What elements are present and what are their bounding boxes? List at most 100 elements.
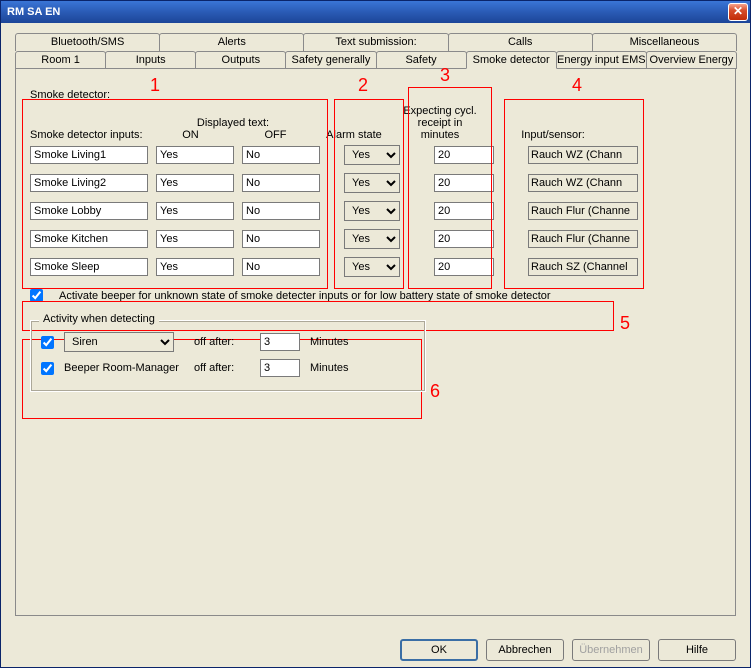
tab-calls[interactable]: Calls [448,33,593,51]
displayed-on-input[interactable] [156,202,234,220]
displayed-off-input[interactable] [242,202,320,220]
activity-siren-row: Siren off after: Minutes [41,331,415,353]
table-row: Yes Rauch WZ (Chann [30,173,725,193]
displayed-off-input[interactable] [242,230,320,248]
siren-off-label: off after: [194,336,250,348]
button-label: Abbrechen [498,644,551,656]
window-title: RM SA EN [7,6,60,18]
activity-beeper-row: Beeper Room-Manager off after: Minutes [41,357,415,379]
header-inputs: Smoke detector inputs: [30,129,148,141]
displayed-off-input[interactable] [242,146,320,164]
detector-name-input[interactable] [30,202,148,220]
input-sensor-button[interactable]: Rauch Flur (Channe [528,202,638,220]
tab-room1[interactable]: Room 1 [15,51,106,69]
displayed-on-input[interactable] [156,146,234,164]
tab-energy-input-ems[interactable]: Energy input EMS [556,51,647,69]
annotation-3: 3 [440,65,450,86]
close-button[interactable]: ✕ [728,3,748,21]
alarm-state-select[interactable]: Yes [344,201,400,221]
siren-select[interactable]: Siren [64,332,174,352]
receipt-minutes-input[interactable] [434,146,494,164]
tab-label: Text submission: [335,36,416,48]
header-on: ON [148,129,233,141]
titlebar: RM SA EN ✕ [1,1,750,23]
close-icon: ✕ [733,4,743,18]
tab-overview-energy[interactable]: Overview Energy [646,51,737,69]
tab-miscellaneous[interactable]: Miscellaneous [592,33,737,51]
detector-name-input[interactable] [30,174,148,192]
section-title: Smoke detector: [30,89,725,101]
input-sensor-button[interactable]: Rauch WZ (Chann [528,146,638,164]
annotation-5: 5 [620,313,630,334]
header-alarm: Alarm state [326,129,382,141]
alarm-state-select[interactable]: Yes [344,145,400,165]
displayed-on-input[interactable] [156,174,234,192]
detector-name-input[interactable] [30,146,148,164]
button-label: Übernehmen [579,644,643,656]
ok-button[interactable]: OK [400,639,478,661]
siren-minutes-input[interactable] [260,333,300,351]
tab-safety[interactable]: Safety [376,51,467,69]
tab-row-1: Bluetooth/SMS Alerts Text submission: Ca… [15,33,736,51]
beeper-rm-label: Beeper Room-Manager [64,362,184,374]
beeper-off-label: off after: [194,362,250,374]
receipt-minutes-input[interactable] [434,230,494,248]
dialog-buttons: OK Abbrechen Übernehmen Hilfe [400,639,736,661]
tab-label: Bluetooth/SMS [51,36,124,48]
activity-legend: Activity when detecting [39,313,159,325]
client-area: Bluetooth/SMS Alerts Text submission: Ca… [1,23,750,667]
sensor-label: Rauch Flur (Channe [531,205,630,217]
activate-beeper-checkbox[interactable] [30,289,43,302]
cancel-button[interactable]: Abbrechen [486,639,564,661]
input-sensor-button[interactable]: Rauch Flur (Channe [528,230,638,248]
beeper-row: Activate beeper for unknown state of smo… [30,289,721,302]
alarm-state-select[interactable]: Yes [344,173,400,193]
displayed-on-input[interactable] [156,258,234,276]
tab-alerts[interactable]: Alerts [159,33,304,51]
displayed-off-input[interactable] [242,258,320,276]
tab-outputs[interactable]: Outputs [195,51,286,69]
button-label: Hilfe [686,644,708,656]
tab-label: Smoke detector [473,54,550,66]
detector-name-input[interactable] [30,230,148,248]
sensor-label: Rauch WZ (Chann [531,177,622,189]
tab-text-submission[interactable]: Text submission: [303,33,448,51]
table-row: Yes Rauch WZ (Chann [30,145,725,165]
tab-label: Alerts [218,36,246,48]
sensor-label: Rauch Flur (Channe [531,233,630,245]
siren-checkbox[interactable] [41,336,54,349]
receipt-minutes-input[interactable] [434,202,494,220]
alarm-state-select[interactable]: Yes [344,257,400,277]
tab-bluetooth-sms[interactable]: Bluetooth/SMS [15,33,160,51]
tab-label: Calls [508,36,532,48]
header-displayed: Displayed text: [148,117,318,129]
displayed-off-input[interactable] [242,174,320,192]
column-headers: Smoke detector inputs: Displayed text: O… [30,105,725,141]
alarm-state-select[interactable]: Yes [344,229,400,249]
tab-body: 1 2 3 4 5 6 Smoke detector: Smoke detect… [15,68,736,616]
input-sensor-button[interactable]: Rauch SZ (Channel [528,258,638,276]
tab-label: Safety [405,54,436,66]
tab-label: Safety generally [291,54,370,66]
input-sensor-button[interactable]: Rauch WZ (Chann [528,174,638,192]
sensor-label: Rauch WZ (Chann [531,149,622,161]
beeper-rm-checkbox[interactable] [41,362,54,375]
tab-safety-generally[interactable]: Safety generally [285,51,376,69]
tab-label: Room 1 [41,54,80,66]
siren-minutes-label: Minutes [310,336,370,348]
detector-name-input[interactable] [30,258,148,276]
displayed-on-input[interactable] [156,230,234,248]
receipt-minutes-input[interactable] [434,258,494,276]
tab-inputs[interactable]: Inputs [105,51,196,69]
apply-button[interactable]: Übernehmen [572,639,650,661]
header-cycl: Expecting cycl. receipt in minutes [400,105,480,141]
help-button[interactable]: Hilfe [658,639,736,661]
tab-smoke-detector[interactable]: Smoke detector [466,51,557,69]
beeper-minutes-input[interactable] [260,359,300,377]
receipt-minutes-input[interactable] [434,174,494,192]
activity-group: Activity when detecting Siren off after:… [30,320,426,392]
table-row: Yes Rauch SZ (Channel [30,257,725,277]
data-rows: Yes Rauch WZ (Chann Yes Rauch WZ (Chann Yes R… [30,145,725,277]
activate-beeper-label: Activate beeper for unknown state of smo… [59,290,551,302]
tab-label: Miscellaneous [630,36,700,48]
